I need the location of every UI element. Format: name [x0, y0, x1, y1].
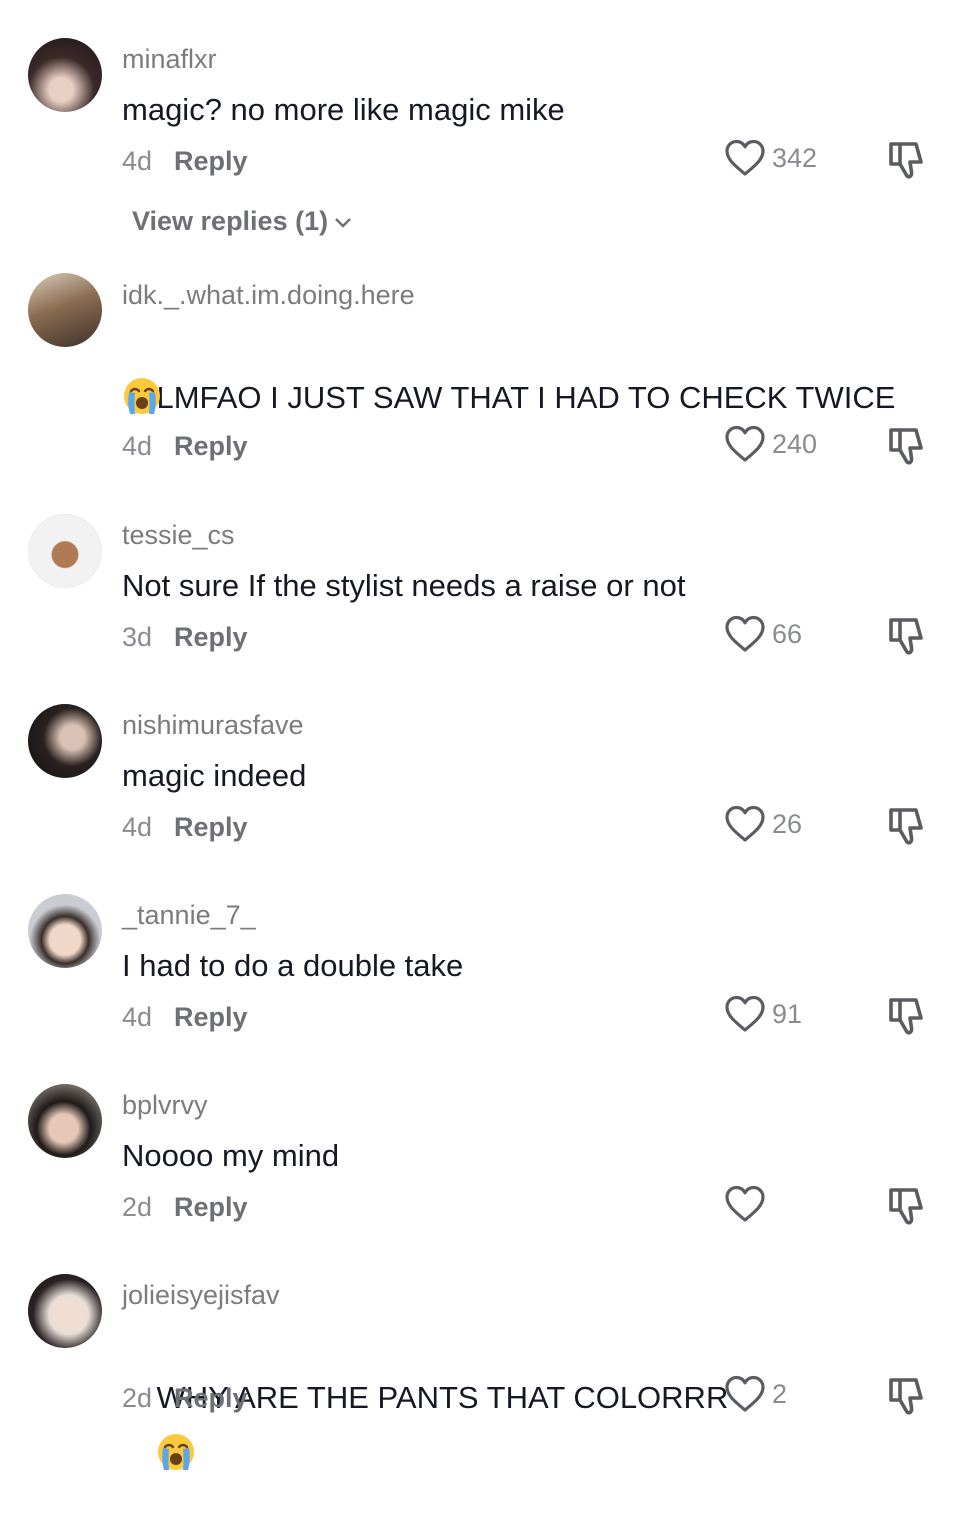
comment-meta: 4d Reply [122, 146, 248, 177]
like-count: 66 [772, 618, 803, 649]
heart-outline-icon [724, 614, 766, 654]
reply-button[interactable]: Reply [174, 622, 248, 652]
thumbs-down-outline-icon[interactable] [886, 138, 930, 182]
comment-text: Not sure If the stylist needs a raise or… [122, 568, 686, 603]
thumbs-down-outline-icon[interactable] [886, 424, 930, 468]
like-button[interactable]: 342 [724, 138, 817, 178]
like-count: 91 [772, 998, 803, 1029]
like-button[interactable]: 91 [724, 994, 802, 1034]
comment-meta: 2d Reply [122, 1383, 248, 1414]
like-button[interactable]: 66 [724, 614, 802, 654]
comment-text: magic? no more like magic mike [122, 92, 565, 127]
heart-outline-icon [724, 804, 766, 844]
reply-button[interactable]: Reply [174, 146, 248, 176]
avatar[interactable] [28, 1274, 102, 1348]
comment-time: 4d [122, 431, 153, 461]
like-button[interactable]: 2 [724, 1374, 787, 1414]
avatar[interactable] [28, 514, 102, 588]
comment-username[interactable]: idk._.what.im.doing.here [122, 280, 415, 311]
comment-time: 2d [122, 1192, 153, 1222]
like-count: 240 [772, 428, 818, 459]
avatar[interactable] [28, 1084, 102, 1158]
thumbs-down-outline-icon[interactable] [886, 994, 930, 1038]
loudly-crying-face-emoji [122, 376, 162, 416]
comment-meta: 3d Reply [122, 622, 248, 653]
reply-button[interactable]: Reply [174, 431, 248, 461]
comment-username[interactable]: bplvrvy [122, 1090, 208, 1121]
comment-text-content: LMFAO I JUST SAW THAT I HAD TO CHECK TWI… [156, 380, 896, 415]
thumbs-down-outline-icon[interactable] [886, 614, 930, 658]
heart-outline-icon [724, 138, 766, 178]
comment-meta: 2d Reply [122, 1192, 248, 1223]
reply-button[interactable]: Reply [174, 1002, 248, 1032]
reply-button[interactable]: Reply [174, 1383, 248, 1413]
thumbs-down-outline-icon[interactable] [886, 1374, 930, 1418]
avatar[interactable] [28, 273, 102, 347]
comment-username[interactable]: _tannie_7_ [122, 900, 256, 931]
comment-text: I had to do a double take [122, 948, 464, 983]
comment-time: 4d [122, 1002, 153, 1032]
comment-username[interactable]: jolieisyejisfav [122, 1280, 280, 1311]
like-button[interactable]: 26 [724, 804, 802, 844]
heart-outline-icon [724, 994, 766, 1034]
comment-time: 4d [122, 812, 153, 842]
comment-text: WHY ARE THE PANTS THAT COLORRR [122, 1320, 922, 1528]
reply-button[interactable]: Reply [174, 812, 248, 842]
heart-outline-icon [724, 1374, 766, 1414]
comment-username[interactable]: minaflxr [122, 44, 217, 75]
chevron-down-icon [335, 218, 351, 228]
heart-outline-icon [724, 424, 766, 464]
comment-meta: 4d Reply [122, 1002, 248, 1033]
like-count: 26 [772, 808, 803, 839]
comment-time: 4d [122, 146, 153, 176]
like-count: 342 [772, 142, 818, 173]
heart-outline-icon [724, 1184, 766, 1224]
comment-text: Noooo my mind [122, 1138, 340, 1173]
view-replies-label: View replies (1) [132, 206, 329, 236]
comment-username[interactable]: tessie_cs [122, 520, 235, 551]
reply-button[interactable]: Reply [174, 1192, 248, 1222]
avatar[interactable] [28, 894, 102, 968]
loudly-crying-face-emoji [156, 1432, 196, 1472]
comment-meta: 4d Reply [122, 812, 248, 843]
thumbs-down-outline-icon[interactable] [886, 804, 930, 848]
comment-time: 3d [122, 622, 153, 652]
like-button[interactable] [724, 1184, 772, 1224]
comment-username[interactable]: nishimurasfave [122, 710, 304, 741]
like-button[interactable]: 240 [724, 424, 817, 464]
view-replies-button[interactable]: View replies (1) [132, 206, 352, 237]
comment-text: magic indeed [122, 758, 307, 793]
avatar[interactable] [28, 38, 102, 112]
avatar[interactable] [28, 704, 102, 778]
comment-time: 2d [122, 1383, 153, 1413]
like-count: 2 [772, 1378, 788, 1409]
thumbs-down-outline-icon[interactable] [886, 1184, 930, 1228]
comment-meta: 4d Reply [122, 431, 248, 462]
